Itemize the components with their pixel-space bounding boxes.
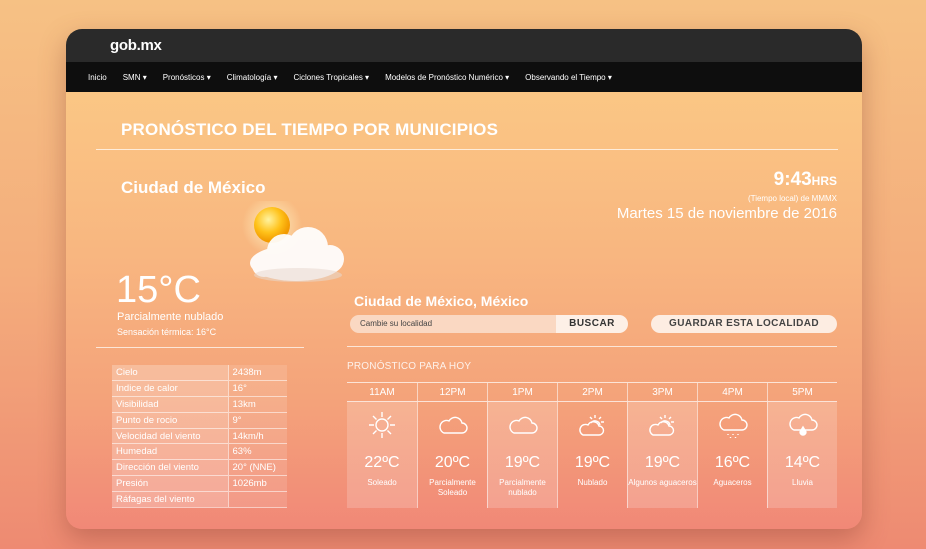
- forecast-condition: Algunos aguaceros: [628, 478, 697, 487]
- drop-cloud-icon: [768, 408, 837, 442]
- stat-label: Ráfagas del viento: [112, 491, 228, 508]
- main-nav: Inicio SMN ▾ Pronósticos ▾ Climatología …: [66, 62, 862, 92]
- forecast-cell: 14ºC Lluvia: [767, 402, 837, 508]
- stat-value: 20° (NNE): [227, 459, 287, 477]
- forecast-hour: 2PM: [557, 383, 627, 401]
- sun-icon: [347, 408, 417, 442]
- top-bar: gob.mx: [66, 29, 862, 62]
- sun-cloud-icon: [558, 408, 627, 442]
- browser-window: gob.mx Inicio SMN ▾ Pronósticos ▾ Climat…: [66, 29, 862, 529]
- weather-stats-table: Cielo 2438m Indice de calor 16° Visibilida…: [112, 365, 287, 508]
- forecast-hour: 1PM: [487, 383, 557, 401]
- nav-item-ciclones[interactable]: Ciclones Tropicales ▾: [293, 73, 369, 82]
- table-row: Indice de calor 16°: [112, 380, 287, 398]
- forecast-temp: 19ºC: [644, 454, 681, 471]
- stat-label: Dirección del viento: [112, 459, 228, 477]
- table-row: Humedad 63%: [112, 443, 287, 461]
- stat-label: Punto de rocio: [112, 412, 228, 429]
- sun-cloud-icon: [628, 408, 697, 442]
- page-title: PRONÓSTICO DEL TIEMPO POR MUNICIPIOS: [121, 120, 499, 139]
- stat-label: Presión: [112, 475, 228, 492]
- current-divider: [96, 347, 304, 348]
- forecast-cell: 19ºC Nublado: [557, 402, 627, 508]
- forecast-cell: 19ºC Algunos aguaceros: [627, 402, 697, 508]
- stat-value: 13km: [227, 396, 287, 413]
- forecast-temp: 14ºC: [784, 454, 821, 471]
- current-date: Martes 15 de noviembre de 2016: [616, 205, 837, 222]
- forecast-hours-header: 11AM 12PM 1PM 2PM 3PM 4PM 5PM: [347, 382, 837, 402]
- timezone-label: (Tiempo local) de MMMX: [747, 194, 837, 203]
- forecast-cell: 20ºC Parcialmente Soleado: [417, 402, 487, 508]
- save-location-button[interactable]: GUARDAR ESTA LOCALIDAD: [651, 315, 837, 333]
- stat-value: [227, 491, 287, 508]
- nav-item-smn[interactable]: SMN ▾: [123, 73, 147, 82]
- forecast-temp: 22ºC: [364, 454, 400, 471]
- title-divider: [96, 149, 838, 150]
- forecast-hour: 3PM: [627, 383, 697, 401]
- location-input[interactable]: Cambie su localidad: [350, 315, 556, 333]
- stat-value: 9°: [227, 412, 287, 429]
- cloud-icon: [418, 408, 487, 442]
- forecast-cell: 16ºC Aguaceros: [697, 402, 767, 508]
- stat-value: 2438m: [227, 365, 287, 382]
- forecast-title: PRONÓSTICO PARA HOY: [347, 361, 472, 372]
- forecast-body: 22ºC Soleado 20ºC Parcialmente Soleado 1…: [347, 402, 837, 508]
- partly-cloudy-icon: [242, 201, 344, 282]
- stat-value: 14km/h: [227, 428, 287, 445]
- forecast-temp: 20ºC: [434, 454, 471, 471]
- forecast-cell: 19ºC Parcialmente nublado: [487, 402, 557, 508]
- forecast-temp: 19ºC: [504, 454, 541, 471]
- table-row: Visibilidad 13km: [112, 396, 287, 413]
- table-row: Cielo 2438m: [112, 365, 287, 382]
- forecast-hour: 4PM: [697, 383, 767, 401]
- forecast-condition: Parcialmente Soleado: [429, 478, 476, 497]
- forecast-hour: 11AM: [369, 387, 395, 398]
- forecast-temp: 19ºC: [574, 454, 611, 471]
- current-condition: Parcialmente nublado: [117, 311, 224, 323]
- local-time: 9:43HRS: [773, 169, 837, 190]
- feels-like: Sensación térmica: 16°C: [117, 327, 217, 337]
- forecast-cell: 22ºC Soleado: [347, 402, 417, 508]
- stat-label: Indice de calor: [112, 380, 228, 398]
- rain-cloud-icon: [698, 408, 767, 442]
- forecast-condition: Nublado: [577, 478, 608, 487]
- forecast-condition: Parcialmente nublado: [499, 478, 546, 497]
- stat-label: Visibilidad: [112, 396, 228, 413]
- stat-value: 63%: [227, 443, 287, 461]
- nav-item-inicio[interactable]: Inicio: [88, 73, 107, 82]
- current-city: Ciudad de México: [121, 178, 266, 197]
- current-temperature: 15°C: [116, 269, 201, 311]
- nav-item-climatologia[interactable]: Climatología ▾: [227, 73, 278, 82]
- nav-item-observando[interactable]: Observando el Tiempo ▾: [525, 73, 612, 82]
- gob-logo[interactable]: gob.mx: [110, 37, 162, 54]
- table-row: Punto de rocio 9°: [112, 412, 287, 429]
- stat-label: Cielo: [112, 365, 228, 382]
- location-divider: [347, 346, 837, 347]
- forecast-condition: Aguaceros: [713, 478, 752, 487]
- nav-item-pronosticos[interactable]: Pronósticos ▾: [163, 73, 211, 82]
- forecast-hour: 12PM: [417, 383, 487, 401]
- stat-label: Velocidad del viento: [112, 428, 228, 445]
- stat-value: 16°: [227, 380, 287, 398]
- location-search: Cambie su localidad BUSCAR: [350, 315, 628, 333]
- forecast-hour: 5PM: [767, 383, 837, 401]
- table-row: Ráfagas del viento: [112, 491, 287, 508]
- search-button[interactable]: BUSCAR: [556, 315, 628, 333]
- stat-value: 1026mb: [227, 475, 287, 492]
- table-row: Dirección del viento 20° (NNE): [112, 459, 287, 477]
- table-row: Velocidad del viento 14km/h: [112, 428, 287, 445]
- stat-label: Humedad: [112, 443, 228, 461]
- location-name: Ciudad de México, México: [354, 293, 529, 309]
- forecast-condition: Soleado: [367, 478, 397, 487]
- table-row: Presión 1026mb: [112, 475, 287, 492]
- forecast-condition: Lluvia: [792, 478, 813, 487]
- forecast-temp: 16ºC: [714, 454, 751, 471]
- nav-item-modelos[interactable]: Modelos de Pronóstico Numérico ▾: [385, 73, 509, 82]
- cloud-icon: [488, 408, 557, 442]
